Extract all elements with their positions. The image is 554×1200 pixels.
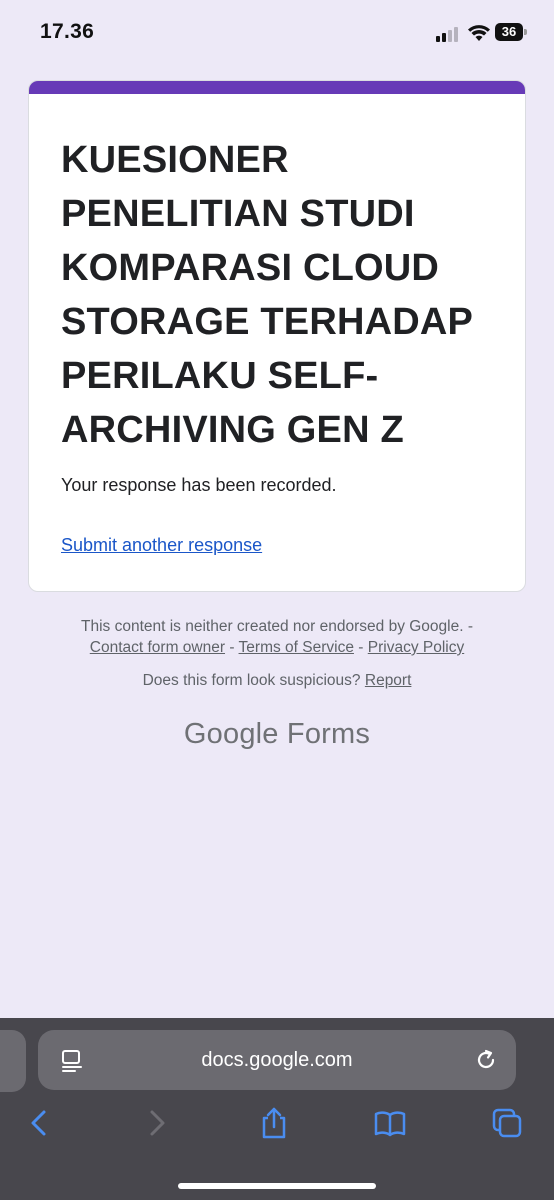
confirmation-message: Your response has been recorded. (61, 475, 337, 495)
back-icon[interactable] (22, 1106, 56, 1140)
disclaimer: This content is neither created nor endo… (0, 616, 554, 658)
url-text[interactable]: docs.google.com (38, 1030, 516, 1090)
share-icon[interactable] (257, 1106, 291, 1140)
report-link[interactable]: Report (365, 672, 412, 689)
footer-separator: - (229, 639, 235, 656)
status-time: 17.36 (40, 20, 95, 43)
address-bar[interactable]: docs.google.com (38, 1030, 516, 1090)
google-forms-logo[interactable]: Google Forms (0, 718, 554, 751)
brand-forms: Forms (286, 718, 371, 750)
previous-tab-peek[interactable] (0, 1030, 26, 1092)
suspicious-report: Does this form look suspicious? Report (0, 672, 554, 690)
form-title: KUESIONER PENELITIAN STUDI KOMPARASI CLO… (61, 139, 473, 451)
card-accent-bar (29, 81, 525, 94)
privacy-policy-link[interactable]: Privacy Policy (368, 639, 464, 656)
status-bar: 17.36 36 (0, 0, 554, 66)
tabs-icon[interactable] (490, 1106, 524, 1140)
brand-google: Google (183, 718, 279, 750)
disclaimer-text: This content is neither created nor endo… (80, 618, 474, 635)
browser-toolbar: docs.google.com (0, 1018, 554, 1200)
footer-separator: - (358, 639, 364, 656)
battery-indicator: 36 (495, 23, 529, 41)
terms-of-service-link[interactable]: Terms of Service (239, 639, 354, 656)
contact-form-owner-link[interactable]: Contact form owner (90, 639, 225, 656)
wifi-icon (468, 25, 490, 41)
form-card: KUESIONER PENELITIAN STUDI KOMPARASI CLO… (28, 80, 526, 592)
submit-another-response-link[interactable]: Submit another response (61, 535, 262, 556)
suspicious-question: Does this form look suspicious? (142, 672, 361, 689)
footer-links: Contact form owner - Terms of Service - … (0, 637, 554, 658)
cellular-signal-icon (436, 27, 458, 42)
reload-icon[interactable] (474, 1048, 498, 1072)
forward-icon[interactable] (140, 1106, 174, 1140)
home-indicator[interactable] (178, 1183, 376, 1189)
bookmarks-icon[interactable] (373, 1106, 407, 1140)
battery-level: 36 (495, 23, 523, 41)
battery-tip (524, 29, 527, 35)
